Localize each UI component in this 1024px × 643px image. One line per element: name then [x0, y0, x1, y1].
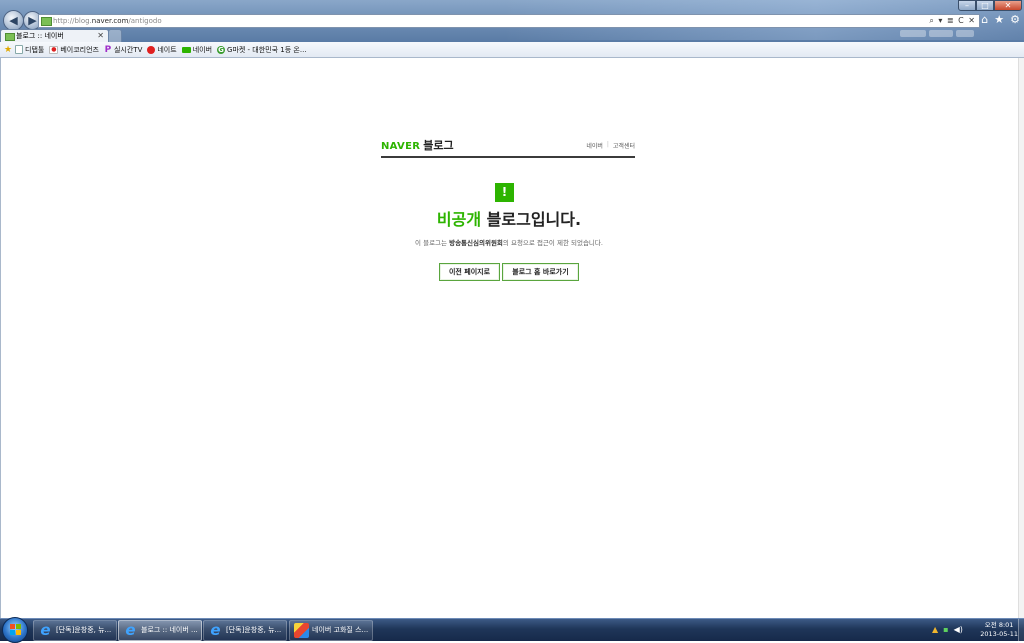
taskbar-item-label: 블로그 :: 네이버 ...	[141, 626, 198, 634]
favorite-item[interactable]: P 실시간TV	[104, 44, 143, 55]
header-links: 네이버 | 고객센터	[586, 141, 635, 150]
chrome-icon	[294, 623, 309, 638]
taskbar: e [단독]윤창중, 뉴... e 블로그 :: 네이버 ... e [단독]윤…	[0, 617, 1024, 643]
windows-logo-icon	[10, 624, 21, 635]
taskbar-item-label: [단독]윤창중, 뉴...	[226, 626, 282, 634]
previous-page-button[interactable]: 이전 페이지로	[439, 263, 500, 281]
browser-tab[interactable]: 블로그 :: 네이버 ✕	[0, 29, 109, 42]
taskbar-item-label: 네이버 고화질 스...	[312, 626, 369, 634]
close-window-button[interactable]: ✕	[994, 0, 1022, 11]
internet-explorer-icon: e	[40, 621, 51, 639]
page-viewport: NAVER 블로그 네이버 | 고객센터 ! 비공개 블로그입니다. 이 블로그는…	[0, 58, 1024, 618]
home-icon[interactable]: ⌂	[981, 13, 988, 26]
url-domain: naver.com	[91, 17, 129, 25]
address-bar[interactable]: http://blog.naver.com/antigodo ⌕ ▾ ≣ C ✕	[38, 14, 980, 28]
p-icon: P	[104, 44, 112, 55]
clock-date: 2013-05-11	[980, 630, 1018, 638]
favorites-star-icon[interactable]: ★	[3, 45, 13, 54]
link-support[interactable]: 고객센터	[613, 141, 635, 150]
vertical-scrollbar[interactable]	[1018, 58, 1024, 618]
favorite-item[interactable]: ● 베이코리언즈	[49, 45, 99, 55]
taskbar-item[interactable]: e [단독]윤창중, 뉴...	[33, 620, 117, 641]
gmarket-icon: G	[217, 45, 226, 54]
logo-blog: 블로그	[423, 139, 454, 152]
address-tools[interactable]: ⌕ ▾ ≣ C ✕	[929, 15, 976, 27]
favorite-item[interactable]: G G마켓 - 대한민국 1등 온...	[217, 45, 307, 55]
exclamation-icon: !	[495, 183, 514, 202]
internet-explorer-icon: e	[125, 621, 136, 639]
headline-private: 비공개	[436, 210, 482, 229]
blog-header: NAVER 블로그 네이버 | 고객센터	[381, 138, 635, 158]
tray-icons: ▲ ▪ ◀)	[932, 625, 963, 634]
internet-explorer-icon: e	[210, 621, 221, 639]
lock-icon[interactable]: ▲	[932, 625, 938, 634]
favorites-bar: ★ 디탭툴 ● 베이코리언즈 P 실시간TV 네이트 네이버 G G마켓 - 대한민국…	[0, 42, 1024, 58]
tools-gear-icon[interactable]: ⚙	[1010, 13, 1020, 26]
new-tab-button[interactable]	[108, 29, 122, 42]
toolbar-ghost	[956, 30, 974, 37]
favorite-label: 실시간TV	[113, 45, 143, 54]
naver-blog-logo[interactable]: NAVER 블로그	[381, 140, 454, 153]
favorite-item[interactable]: 네이버	[181, 45, 213, 55]
address-url[interactable]: http://blog.naver.com/antigodo	[53, 15, 162, 27]
url-path: /antigodo	[128, 17, 162, 25]
window-controls: – □ ✕	[958, 0, 1022, 11]
link-naver[interactable]: 네이버	[586, 141, 603, 150]
clock[interactable]: 오전 8:01 2013-05-11	[980, 621, 1018, 639]
start-button[interactable]	[2, 617, 28, 643]
back-button[interactable]: ◀	[3, 10, 24, 31]
favorite-label: 네이버	[192, 45, 213, 54]
link-separator: |	[606, 141, 609, 148]
page-icon	[15, 45, 23, 54]
headline-rest: 블로그입니다.	[481, 210, 582, 229]
maximize-button[interactable]: □	[976, 0, 994, 11]
favorite-label: G마켓 - 대한민국 1등 온...	[227, 45, 307, 54]
volume-icon[interactable]: ◀)	[954, 625, 963, 634]
naver-icon	[181, 46, 191, 53]
desc-agency: 방송통신심의위원회	[449, 239, 503, 247]
toolbar-ghost	[900, 30, 926, 37]
taskbar-item[interactable]: 네이버 고화질 스...	[289, 620, 373, 641]
taskbar-item[interactable]: e [단독]윤창중, 뉴...	[203, 620, 287, 641]
logo-naver: NAVER	[381, 141, 421, 152]
tab-close-icon[interactable]: ✕	[97, 30, 104, 42]
desc-prefix: 이 블로그는	[415, 239, 450, 247]
toolbar-ghost	[929, 30, 953, 37]
favorite-label: 베이코리언즈	[60, 45, 99, 54]
page-title: 비공개 블로그입니다.	[1, 210, 1017, 230]
tab-title: 블로그 :: 네이버	[16, 32, 64, 40]
favorite-label: 디탭툴	[25, 45, 45, 54]
system-tray: ▲ ▪ ◀) 오전 8:01 2013-05-11	[924, 619, 1024, 641]
url-prefix: http://blog.	[53, 17, 92, 25]
favorite-item[interactable]: 디탭툴	[15, 45, 44, 55]
minimize-button[interactable]: –	[958, 0, 976, 11]
restriction-message: 이 블로그는 방송통신심의위원회의 요청으로 접근이 제한 되었습니다.	[1, 239, 1017, 248]
blog-home-button[interactable]: 블로그 홈 바로가기	[502, 263, 579, 281]
taskbar-item[interactable]: e 블로그 :: 네이버 ...	[118, 620, 202, 641]
favorites-star-icon[interactable]: ★	[994, 13, 1004, 26]
toolbar-icons: ⌂ ★ ⚙	[981, 13, 1020, 26]
desc-suffix: 의 요청으로 접근이 제한 되었습니다.	[502, 239, 603, 247]
taskbar-item-label: [단독]윤창중, 뉴...	[56, 626, 112, 634]
nate-icon	[147, 45, 156, 54]
clock-time: 오전 8:01	[984, 621, 1014, 629]
site-favicon-icon	[41, 17, 52, 26]
tab-favicon-icon	[5, 33, 15, 41]
favorite-label: 네이트	[157, 45, 177, 54]
network-icon[interactable]: ▪	[943, 625, 948, 634]
favorite-item[interactable]: 네이트	[147, 45, 177, 55]
show-desktop-button[interactable]	[1018, 619, 1024, 641]
flag-icon: ●	[49, 45, 59, 54]
